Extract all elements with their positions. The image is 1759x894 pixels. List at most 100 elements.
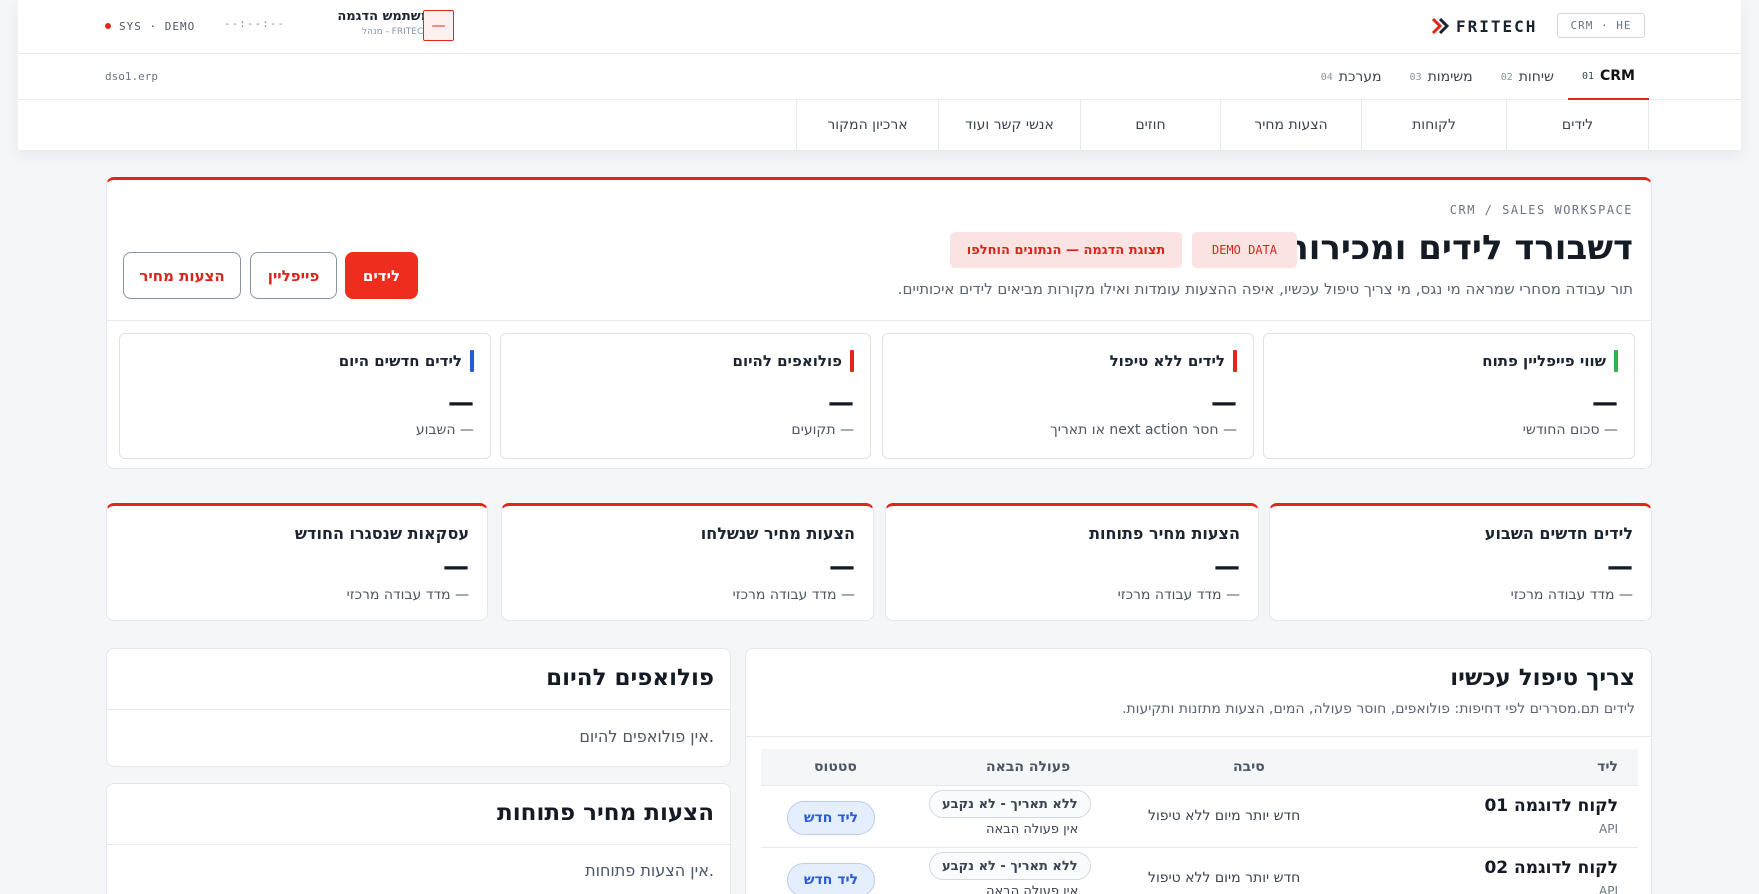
status-dot-icon (105, 23, 111, 29)
kpi-card-new-leads-today[interactable]: לידים חדשים היום — — השבוע (119, 333, 491, 459)
kpi-title: לידים ללא טיפול (1110, 350, 1237, 372)
system-status-label: SYS · DEMO (119, 19, 196, 33)
kpi-title-text: לידים חדשים היום (338, 352, 462, 370)
panel-title: צריך טיפול עכשיו (1450, 665, 1635, 691)
next-action-text: אין פעולה הבאה (986, 884, 1079, 894)
subnav-quotes[interactable]: הצעות מחיר (1221, 100, 1362, 150)
stat-subtext: — מדד עבודה מרכזי (1117, 587, 1240, 603)
stat-subtext: — מדד עבודה מרכזי (1510, 587, 1633, 603)
kpi-value: — (448, 388, 474, 418)
kpi-subtext: — השבוע (415, 422, 474, 438)
subnav-leads[interactable]: לידים (1507, 100, 1649, 150)
tab-crm[interactable]: CRM 01 (1567, 54, 1649, 100)
page-subtitle: תור עבודה מסחרי שמראה מי נגס, מי צריך טי… (897, 280, 1633, 298)
column-reason: סיבה (1233, 759, 1265, 775)
kpi-color-bar (850, 350, 854, 372)
kpi-color-bar (1233, 350, 1237, 372)
tab-number: 01 (1581, 70, 1594, 82)
column-status: סטטוס (814, 759, 857, 775)
kpi-title-text: לידים ללא טיפול (1109, 352, 1225, 370)
sub-nav-tabs: לידים לקוחות הצעות מחיר חוזים אנשי קשר ו… (796, 100, 1649, 150)
top-bar: CRM · HE FRITECH SYS · DEMO --:--:-- משת… (18, 0, 1741, 54)
open-quotes-panel: הצעות מחיר פתוחות אין הצעות פתוחות. (106, 783, 731, 894)
next-action-pill[interactable]: ללא תאריך - לא נקבע (929, 852, 1091, 880)
leads-button[interactable]: לידים (345, 252, 418, 299)
empty-state: אין הצעות פתוחות. (585, 861, 714, 880)
quotes-button[interactable]: הצעות מחיר (123, 252, 241, 299)
module-tabs: CRM 01 שיחות 02 משימות 03 מערכת 04 (1307, 54, 1649, 100)
clock: --:--:-- (224, 17, 285, 30)
table-row[interactable]: לקוח לדוגמה 01 API חדש יותר מיום ללא טיפ… (761, 786, 1638, 848)
kpi-color-bar (470, 350, 474, 372)
tab-label: CRM (1600, 68, 1635, 84)
column-next-action: פעולה הבאה (986, 759, 1071, 775)
user-info: משתמש הדגמה מנהל - FRITECH (308, 9, 430, 37)
sub-nav: לידים לקוחות הצעות מחיר חוזים אנשי קשר ו… (18, 100, 1741, 150)
kpi-subtext: — סכום החודשי (1522, 422, 1618, 438)
stat-card-sent-quotes[interactable]: הצעות מחיר שנשלחו — — מדד עבודה מרכזי (501, 503, 874, 621)
divider (107, 709, 730, 710)
tab-system[interactable]: מערכת 04 (1307, 54, 1396, 100)
page-title: דשבורד לידים ומכירות (1285, 228, 1633, 268)
tab-number: 02 (1500, 71, 1513, 83)
table-header: ליד סיבה פעולה הבאה סטטוס (761, 749, 1638, 786)
lead-reason: חדש יותר מיום ללא טיפול (1148, 870, 1301, 886)
kpi-color-bar (1614, 350, 1618, 372)
tab-number: 04 (1320, 71, 1333, 83)
stat-value: — (1214, 552, 1240, 582)
brand-name: FRITECH (1456, 16, 1538, 36)
kpi-title-text: שווי פייפליין פתוח (1482, 352, 1606, 370)
tab-calls[interactable]: שיחות 02 (1487, 54, 1568, 100)
next-action-pill[interactable]: ללא תאריך - לא נקבע (929, 790, 1091, 818)
stat-subtext: — מדד עבודה מרכזי (346, 587, 469, 603)
user-role: מנהל - FRITECH (361, 27, 430, 37)
pipeline-button[interactable]: פייפליין (250, 252, 337, 299)
column-lead: ליד (1597, 759, 1618, 775)
status-badge[interactable]: ליד חדש (787, 863, 875, 894)
status-badge[interactable]: ליד חדש (787, 801, 875, 835)
stat-card-new-leads-week[interactable]: לידים חדשים השבוע — — מדד עבודה מרכזי (1269, 503, 1652, 621)
kpi-subtext: — תקועים (791, 422, 854, 438)
stat-subtext: — מדד עבודה מרכזי (732, 587, 855, 603)
lead-source: API (1599, 884, 1618, 894)
language-badge[interactable]: CRM · HE (1557, 13, 1645, 38)
subnav-archive[interactable]: ארכיון המקור (797, 100, 939, 150)
stat-title: הצעות מחיר פתוחות (1089, 524, 1240, 543)
kpi-title: פולואפים להיום (733, 350, 854, 372)
kpi-title: שווי פייפליין פתוח (1482, 350, 1618, 372)
kpi-card-followups-today[interactable]: פולואפים להיום — — תקועים (500, 333, 871, 459)
user-menu-button[interactable]: — (423, 10, 454, 41)
kpi-value: — (828, 388, 854, 418)
subnav-contracts[interactable]: חוזים (1081, 100, 1221, 150)
tab-number: 03 (1409, 71, 1422, 83)
brand-logo[interactable]: FRITECH (1432, 14, 1537, 38)
kpi-card-pipeline-value[interactable]: שווי פייפליין פתוח — — סכום החודשי (1263, 333, 1635, 459)
demo-data-badge: DEMO DATA (1192, 232, 1297, 268)
stat-value: — (829, 552, 855, 582)
divider (107, 844, 730, 845)
lead-source: API (1599, 822, 1618, 836)
attention-panel: צריך טיפול עכשיו לידים תם.מסררים לפי דחי… (745, 648, 1652, 894)
module-bar: dso1.erp CRM 01 שיחות 02 משימות 03 מערכת… (18, 54, 1741, 100)
stat-card-closed-deals[interactable]: עסקאות שנסגרו החודש — — מדד עבודה מרכזי (106, 503, 488, 621)
kpi-subtext: — חסר next action או תאריך (1050, 422, 1237, 438)
panel-title: פולואפים להיום (546, 665, 714, 691)
followups-panel: פולואפים להיום אין פולואפים להיום. (106, 648, 731, 767)
stat-card-open-quotes[interactable]: הצעות מחיר פתוחות — — מדד עבודה מרכזי (885, 503, 1259, 621)
lead-name[interactable]: לקוח לדוגמה 02 (1484, 858, 1618, 878)
tab-label: מערכת (1338, 69, 1382, 85)
brand-chevrons-icon (1432, 18, 1450, 34)
dashboard-hero: CRM / SALES WORKSPACE דשבורד לידים ומכיר… (106, 177, 1652, 469)
panel-title: הצעות מחיר פתוחות (497, 800, 714, 826)
subnav-customers[interactable]: לקוחות (1362, 100, 1507, 150)
subnav-contacts[interactable]: אנשי קשר ועוד (939, 100, 1081, 150)
kpi-card-untreated-leads[interactable]: לידים ללא טיפול — — חסר next action או ת… (882, 333, 1254, 459)
divider (107, 320, 1651, 321)
next-action-text: אין פעולה הבאה (986, 822, 1079, 837)
lead-name[interactable]: לקוח לדוגמה 01 (1484, 796, 1618, 816)
lead-reason: חדש יותר מיום ללא טיפול (1148, 808, 1301, 824)
kpi-value: — (1592, 388, 1618, 418)
tab-tasks[interactable]: משימות 03 (1396, 54, 1487, 100)
stat-value: — (1607, 552, 1633, 582)
table-row[interactable]: לקוח לדוגמה 02 API חדש יותר מיום ללא טיפ… (761, 848, 1638, 894)
